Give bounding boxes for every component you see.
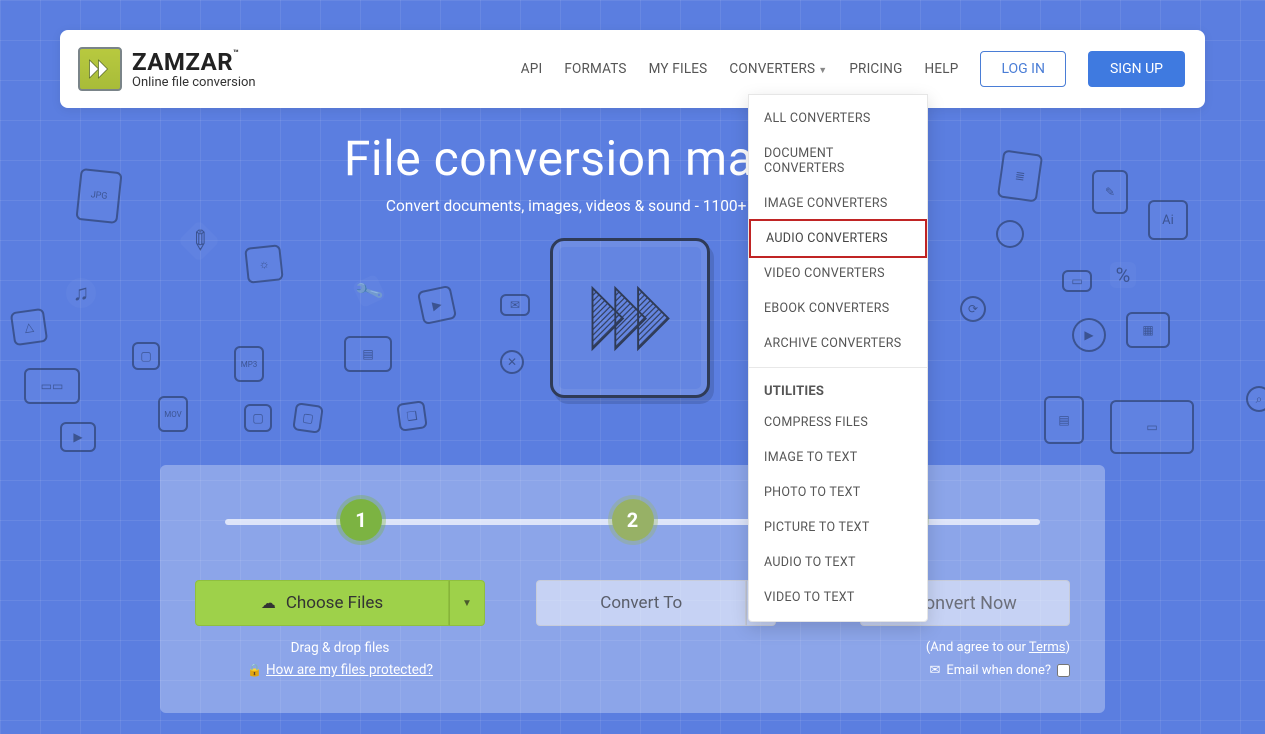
- chevron-down-icon: ▼: [818, 66, 827, 76]
- doodle-box4: ❏: [396, 400, 428, 432]
- dropdown-utilities-title: UTILITIES: [749, 374, 927, 405]
- terms-link[interactable]: Terms: [1029, 640, 1066, 655]
- choose-files-button[interactable]: ☁ Choose Files: [195, 580, 449, 626]
- doodle-box2: ▢: [132, 342, 160, 370]
- dropdown-item-video[interactable]: VIDEO CONVERTERS: [749, 256, 927, 291]
- doodle-mail: ✉: [500, 294, 530, 316]
- dropdown-util-photo-text[interactable]: PHOTO TO TEXT: [749, 475, 927, 510]
- nav-myfiles[interactable]: MY FILES: [649, 61, 708, 77]
- nav-help[interactable]: HELP: [925, 61, 959, 77]
- doodle-cassette: ▭▭: [24, 368, 80, 404]
- doodle-image: ▦: [1126, 312, 1170, 348]
- brand-name: ZAMZAR: [132, 48, 233, 76]
- brand-tagline: Online file conversion: [132, 76, 256, 89]
- doodle-mov: MOV: [158, 396, 188, 432]
- doodle-play2: ▶: [60, 422, 96, 452]
- doodle-pencil: ✎: [178, 220, 220, 262]
- chevron-down-icon: ▼: [462, 598, 472, 609]
- nav-api[interactable]: API: [521, 61, 543, 77]
- steps: 1 2 3: [195, 495, 1070, 545]
- doodle-x: ✕: [500, 350, 524, 374]
- dropdown-item-audio[interactable]: AUDIO CONVERTERS: [749, 219, 927, 258]
- brand-tm: ™: [233, 49, 239, 59]
- dropdown-util-picture-text[interactable]: PICTURE TO TEXT: [749, 510, 927, 545]
- dropdown-item-document[interactable]: DOCUMENT CONVERTERS: [749, 136, 927, 186]
- dropdown-item-all[interactable]: ALL CONVERTERS: [749, 101, 927, 136]
- agree-suffix: ): [1065, 640, 1070, 655]
- agree-prefix: (And agree to our: [926, 640, 1029, 655]
- doodle-box1: ▢: [244, 404, 272, 432]
- logo[interactable]: ZAMZAR™ Online file conversion: [78, 47, 256, 91]
- doodle-link: %: [1110, 262, 1136, 288]
- doodle-film: ▤: [344, 336, 392, 372]
- doodle-wrench: 🔧: [352, 274, 387, 309]
- nav-converters[interactable]: CONVERTERS▼: [729, 61, 827, 77]
- doodle-gear: ☼: [244, 244, 284, 284]
- converters-dropdown: ALL CONVERTERS DOCUMENT CONVERTERS IMAGE…: [748, 94, 928, 622]
- hero-logo-mark: [550, 238, 710, 398]
- convert-to-select[interactable]: Convert To: [536, 580, 746, 626]
- login-button[interactable]: LOG IN: [980, 51, 1066, 87]
- doodle-play3: ▶: [1072, 318, 1106, 352]
- drag-drop-hint: Drag & drop files: [195, 640, 485, 656]
- dropdown-item-archive[interactable]: ARCHIVE CONVERTERS: [749, 326, 927, 361]
- convert-to-label: Convert To: [600, 593, 682, 613]
- hero: File conversion made easy Convert docume…: [0, 130, 1265, 215]
- dropdown-util-compress[interactable]: COMPRESS FILES: [749, 405, 927, 440]
- conversion-panel: 1 2 3 ☁ Choose Files ▼ Drag & drop files…: [160, 465, 1105, 713]
- nav-pricing[interactable]: PRICING: [849, 61, 902, 77]
- hero-subtitle: Convert documents, images, videos & soun…: [0, 197, 1265, 215]
- doodle-play-small: ▶: [417, 285, 457, 325]
- nav-formats[interactable]: FORMATS: [564, 61, 626, 77]
- dropdown-item-image[interactable]: IMAGE CONVERTERS: [749, 186, 927, 221]
- files-protected-link[interactable]: How are my files protected?: [266, 662, 433, 678]
- dropdown-divider: [749, 367, 927, 368]
- nav: API FORMATS MY FILES CONVERTERS▼ PRICING…: [521, 51, 1185, 87]
- doodle-arrows: ⟳: [960, 296, 986, 322]
- doodle-triangle: △: [10, 308, 48, 346]
- logo-mark: [78, 47, 122, 91]
- dropdown-util-image-text[interactable]: IMAGE TO TEXT: [749, 440, 927, 475]
- doodle-mail2: ▭: [1062, 270, 1092, 292]
- choose-files-dropdown[interactable]: ▼: [449, 580, 485, 626]
- choose-files-label: Choose Files: [286, 593, 383, 613]
- doodle-box3: ▢: [292, 402, 324, 434]
- dropdown-item-ebook[interactable]: EBOOK CONVERTERS: [749, 291, 927, 326]
- upload-icon: ☁: [261, 594, 276, 612]
- doodle-music-note: ♫: [66, 278, 96, 308]
- doodle-laptop: ▭: [1110, 400, 1194, 454]
- dropdown-util-video-text[interactable]: VIDEO TO TEXT: [749, 580, 927, 615]
- header: ZAMZAR™ Online file conversion API FORMA…: [60, 30, 1205, 108]
- convert-now-label: Convert Now: [913, 593, 1017, 614]
- doodle-magnifier: ⌕: [1246, 386, 1265, 412]
- email-when-done-checkbox[interactable]: [1057, 664, 1070, 677]
- lock-icon: 🔒: [247, 663, 262, 677]
- signup-button[interactable]: SIGN UP: [1088, 51, 1185, 87]
- doodle-clipboard: ▤: [1044, 396, 1084, 444]
- mail-icon: ✉: [929, 663, 940, 678]
- email-when-done-label: Email when done?: [946, 663, 1051, 678]
- doodle-circle1: [996, 220, 1024, 248]
- doodle-mp3: MP3: [234, 346, 264, 382]
- step-1: 1: [340, 499, 382, 541]
- hero-title: File conversion made easy: [0, 130, 1265, 187]
- dropdown-util-audio-text[interactable]: AUDIO TO TEXT: [749, 545, 927, 580]
- step-2: 2: [612, 499, 654, 541]
